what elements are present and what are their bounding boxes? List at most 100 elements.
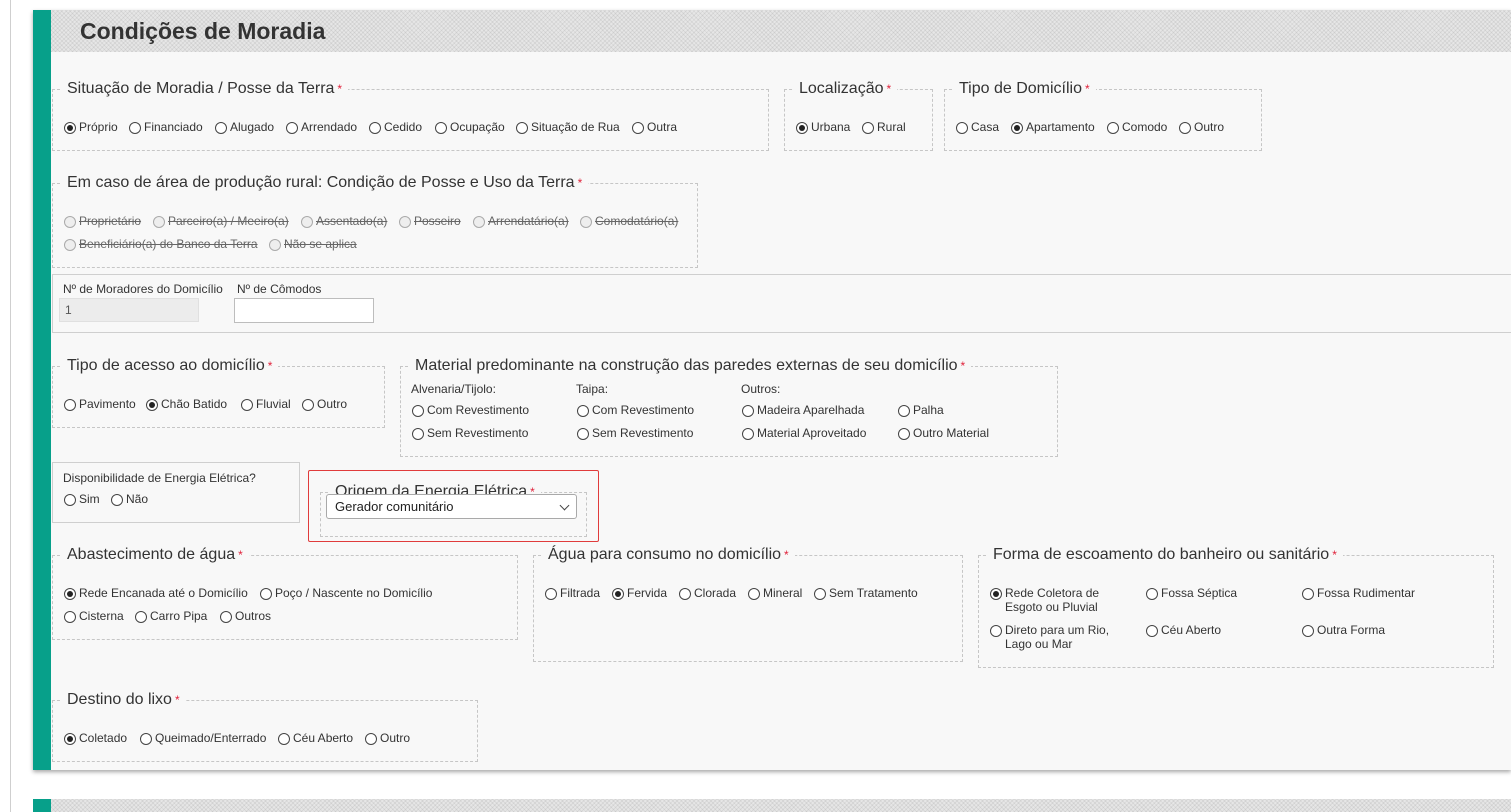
radio-circle[interactable]	[742, 428, 754, 440]
radio-moradia-alugado[interactable]: Alugado	[215, 120, 274, 134]
radio-circle[interactable]	[220, 611, 232, 623]
radio-circle[interactable]	[64, 494, 76, 506]
radio-circle[interactable]	[286, 122, 298, 134]
radio-circle[interactable]	[862, 122, 874, 134]
radio-material-aproveitado[interactable]: Material Aproveitado	[742, 426, 866, 440]
radio-circle[interactable]	[1302, 588, 1314, 600]
radio-alvenaria-sem-revestimento[interactable]: Sem Revestimento	[412, 426, 528, 440]
radio-consumo-sem-tratamento[interactable]: Sem Tratamento	[814, 586, 918, 600]
radio-acesso-pavimento[interactable]: Pavimento	[64, 397, 136, 411]
radio-domicilio-casa[interactable]: Casa	[956, 120, 999, 134]
radio-escoamento-fossa-rudimentar[interactable]: Fossa Rudimentar	[1302, 586, 1415, 600]
radio-escoamento-ceu-aberto[interactable]: Céu Aberto	[1146, 623, 1221, 637]
radio-circle[interactable]	[278, 733, 290, 745]
radio-circle[interactable]	[1011, 122, 1023, 134]
radio-acesso-chao-batido[interactable]: Chão Batido	[146, 397, 227, 411]
radio-circle[interactable]	[1107, 122, 1119, 134]
radio-circle[interactable]	[796, 122, 808, 134]
radio-circle[interactable]	[64, 399, 76, 411]
radio-circle[interactable]	[215, 122, 227, 134]
radio-localizacao-urbana[interactable]: Urbana	[796, 120, 850, 134]
radio-taipa-sem-revestimento[interactable]: Sem Revestimento	[577, 426, 693, 440]
radio-circle[interactable]	[129, 122, 141, 134]
radio-circle[interactable]	[898, 428, 910, 440]
radio-moradia-situacao-rua[interactable]: Situação de Rua	[516, 120, 620, 134]
comodos-input[interactable]	[234, 298, 374, 323]
radio-circle[interactable]	[742, 405, 754, 417]
radio-acesso-outro[interactable]: Outro	[302, 397, 347, 411]
radio-lixo-queimado[interactable]: Queimado/Enterrado	[140, 731, 266, 745]
radio-circle[interactable]	[814, 588, 826, 600]
radio-outro-material[interactable]: Outro Material	[898, 426, 989, 440]
radio-circle[interactable]	[64, 611, 76, 623]
radio-lixo-ceu-aberto[interactable]: Céu Aberto	[278, 731, 353, 745]
radio-consumo-clorada[interactable]: Clorada	[679, 586, 736, 600]
radio-moradia-ocupacao[interactable]: Ocupação	[435, 120, 505, 134]
radio-circle[interactable]	[412, 428, 424, 440]
radio-circle[interactable]	[64, 733, 76, 745]
radio-circle[interactable]	[435, 122, 447, 134]
radio-escoamento-direto-rio[interactable]: Direto para um Rio, Lago ou Mar	[990, 623, 1115, 651]
radio-circle[interactable]	[412, 405, 424, 417]
radio-localizacao-rural[interactable]: Rural	[862, 120, 906, 134]
radio-circle[interactable]	[369, 122, 381, 134]
radio-agua-rede-encanada[interactable]: Rede Encanada até o Domicílio	[64, 586, 248, 600]
radio-circle[interactable]	[302, 399, 314, 411]
radio-circle[interactable]	[135, 611, 147, 623]
radio-moradia-proprio[interactable]: Próprio	[64, 120, 118, 134]
radio-agua-carro-pipa[interactable]: Carro Pipa	[135, 609, 207, 623]
radio-circle[interactable]	[990, 588, 1002, 600]
radio-circle[interactable]	[1146, 588, 1158, 600]
radio-circle[interactable]	[748, 588, 760, 600]
radio-circle[interactable]	[1302, 625, 1314, 637]
radio-escoamento-rede-coletora[interactable]: Rede Coletora de Esgoto ou Pluvial	[990, 586, 1115, 614]
radio-circle[interactable]	[545, 588, 557, 600]
radio-moradia-outra[interactable]: Outra	[632, 120, 677, 134]
radio-consumo-filtrada[interactable]: Filtrada	[545, 586, 600, 600]
radio-circle[interactable]	[990, 625, 1002, 637]
radio-circle[interactable]	[365, 733, 377, 745]
radio-circle[interactable]	[1179, 122, 1191, 134]
radio-escoamento-outra-forma[interactable]: Outra Forma	[1302, 623, 1385, 637]
radio-circle[interactable]	[577, 428, 589, 440]
radio-domicilio-outro[interactable]: Outro	[1179, 120, 1224, 134]
radio-escoamento-fossa-septica[interactable]: Fossa Séptica	[1146, 586, 1237, 600]
radio-agua-outros[interactable]: Outros	[220, 609, 271, 623]
acesso-legend: Tipo de acesso ao domicílio *	[67, 357, 273, 374]
radio-circle[interactable]	[612, 588, 624, 600]
radio-acesso-fluvial[interactable]: Fluvial	[241, 397, 291, 411]
radio-madeira-aparelhada[interactable]: Madeira Aparelhada	[742, 403, 864, 417]
radio-agua-cisterna[interactable]: Cisterna	[64, 609, 124, 623]
radio-domicilio-comodo[interactable]: Comodo	[1107, 120, 1167, 134]
radio-lixo-outro[interactable]: Outro	[365, 731, 410, 745]
radio-circle[interactable]	[111, 494, 123, 506]
radio-circle[interactable]	[898, 405, 910, 417]
radio-circle[interactable]	[241, 399, 253, 411]
radio-lixo-coletado[interactable]: Coletado	[64, 731, 127, 745]
radio-taipa-com-revestimento[interactable]: Com Revestimento	[577, 403, 694, 417]
radio-consumo-fervida[interactable]: Fervida	[612, 586, 667, 600]
radio-moradia-arrendado[interactable]: Arrendado	[286, 120, 357, 134]
radio-domicilio-apartamento[interactable]: Apartamento	[1011, 120, 1095, 134]
radio-moradia-cedido[interactable]: Cedido	[369, 120, 422, 134]
radio-circle[interactable]	[146, 399, 158, 411]
radio-circle[interactable]	[260, 588, 272, 600]
radio-circle[interactable]	[577, 405, 589, 417]
radio-circle[interactable]	[1146, 625, 1158, 637]
moradores-input[interactable]: 1	[59, 298, 199, 322]
radio-circle[interactable]	[679, 588, 691, 600]
radio-circle[interactable]	[64, 122, 76, 134]
radio-circle[interactable]	[64, 588, 76, 600]
radio-palha[interactable]: Palha	[898, 403, 944, 417]
radio-energia-nao[interactable]: Não	[111, 492, 148, 506]
radio-circle[interactable]	[140, 733, 152, 745]
radio-circle[interactable]	[956, 122, 968, 134]
radio-circle[interactable]	[516, 122, 528, 134]
origem-energia-select[interactable]: Gerador comunitário	[326, 494, 577, 519]
radio-energia-sim[interactable]: Sim	[64, 492, 100, 506]
radio-consumo-mineral[interactable]: Mineral	[748, 586, 802, 600]
radio-circle[interactable]	[632, 122, 644, 134]
radio-agua-poco[interactable]: Poço / Nascente no Domicílio	[260, 586, 432, 600]
radio-alvenaria-com-revestimento[interactable]: Com Revestimento	[412, 403, 529, 417]
radio-moradia-financiado[interactable]: Financiado	[129, 120, 203, 134]
